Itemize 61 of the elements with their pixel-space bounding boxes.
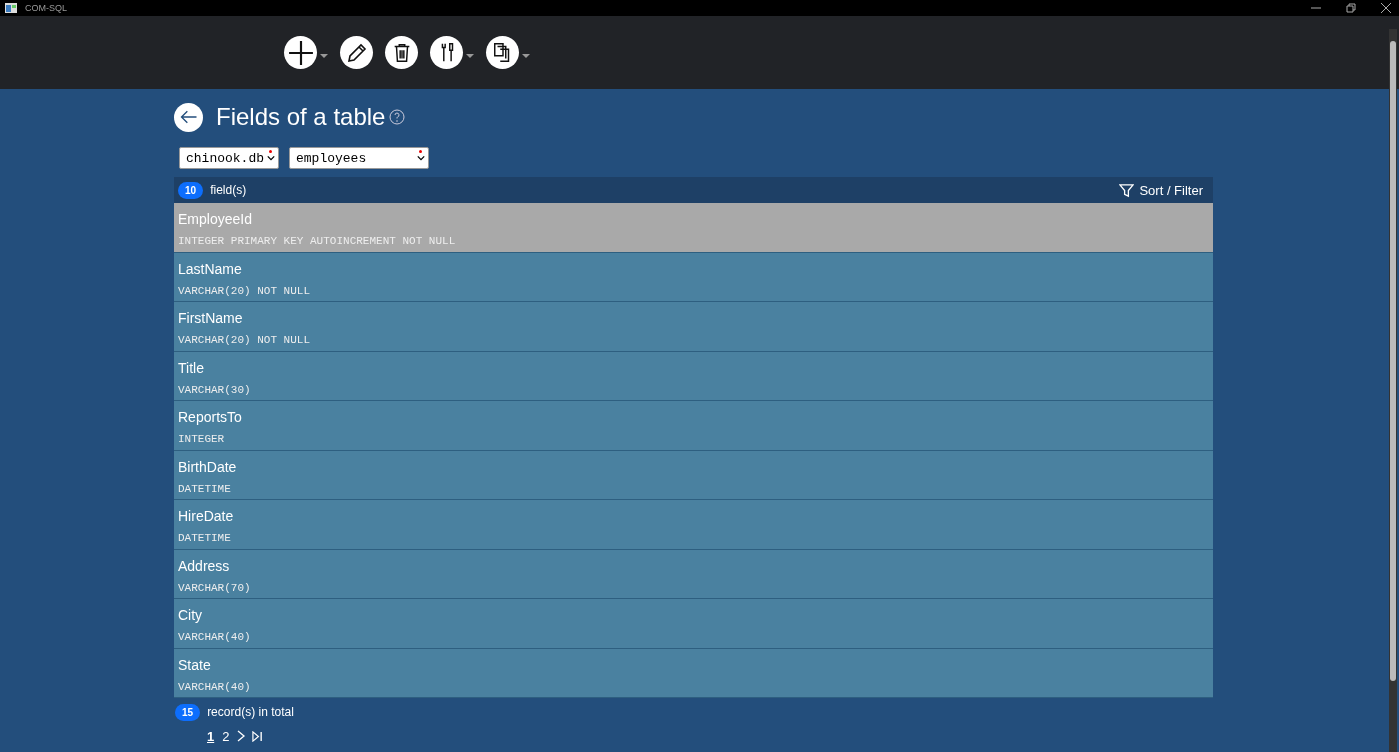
page-title: Fields of a table <box>216 103 386 131</box>
count-badge: 10 <box>178 181 204 199</box>
field-name: EmployeeId <box>178 211 253 228</box>
field-name: FirstName <box>178 310 244 327</box>
field-type: VARCHAR(20) NOT NULL <box>178 334 312 347</box>
table-select[interactable]: employees <box>289 147 429 169</box>
field-name: City <box>178 607 204 624</box>
field-name: State <box>178 656 212 673</box>
field-name: LastName <box>178 260 243 277</box>
app-icon <box>5 3 17 13</box>
caret-icon[interactable] <box>522 53 530 58</box>
page-link[interactable]: 1 <box>206 728 216 744</box>
page-link[interactable]: 2 <box>221 728 231 744</box>
chevron-icon <box>417 155 425 161</box>
field-type: VARCHAR(20) NOT NULL <box>178 284 312 297</box>
field-type: INTEGER PRIMARY KEY AUTOINCREMENT NOT NULL <box>178 235 457 248</box>
last-page-icon[interactable] <box>252 730 264 742</box>
field-row[interactable]: LastName VARCHAR(20) NOT NULL <box>174 252 1213 302</box>
field-type: VARCHAR(70) <box>178 581 252 594</box>
field-row[interactable]: EmployeeId INTEGER PRIMARY KEY AUTOINCREMENT NOT NULL <box>174 203 1213 253</box>
list-label: field(s) <box>210 183 247 197</box>
field-type: VARCHAR(30) <box>178 383 252 396</box>
window-title: COM-SQL <box>25 3 67 13</box>
field-name: ReportsTo <box>178 409 243 426</box>
next-page-icon[interactable] <box>236 730 247 742</box>
edit-button[interactable] <box>340 36 373 69</box>
scrollbar[interactable] <box>1389 29 1397 752</box>
field-row[interactable]: FirstName VARCHAR(20) NOT NULL <box>174 302 1213 352</box>
filter-icon <box>1119 182 1135 198</box>
field-type: VARCHAR(40) <box>178 631 252 644</box>
sort-filter-button[interactable]: Sort / Filter <box>1113 181 1209 199</box>
records-label: record(s) in total <box>207 705 294 719</box>
field-type: VARCHAR(40) <box>178 680 252 693</box>
delete-button[interactable] <box>385 36 418 69</box>
field-name: Title <box>178 359 205 376</box>
field-row[interactable]: ReportsTo INTEGER <box>174 401 1213 451</box>
field-name: BirthDate <box>178 458 238 475</box>
tools-button[interactable] <box>430 36 463 69</box>
field-name: HireDate <box>178 508 235 525</box>
back-button[interactable] <box>174 102 203 132</box>
field-row[interactable]: Address VARCHAR(70) <box>174 549 1213 599</box>
chevron-icon <box>267 155 275 161</box>
plus-icon <box>287 39 314 66</box>
field-type: DATETIME <box>178 482 232 495</box>
field-row[interactable]: City VARCHAR(40) <box>174 599 1213 649</box>
field-row[interactable]: Title VARCHAR(30) <box>174 351 1213 401</box>
copy-button[interactable] <box>486 36 519 69</box>
field-type: INTEGER <box>178 433 226 446</box>
field-name: Address <box>178 557 231 574</box>
field-row[interactable]: HireDate DATETIME <box>174 500 1213 550</box>
caret-icon[interactable] <box>466 53 474 58</box>
field-type: DATETIME <box>178 532 232 545</box>
help-icon[interactable] <box>389 109 406 125</box>
field-row[interactable]: State VARCHAR(40) <box>174 648 1213 698</box>
field-row[interactable]: BirthDate DATETIME <box>174 450 1213 500</box>
restore-icon[interactable] <box>1346 3 1356 13</box>
count-badge: 15 <box>175 703 201 721</box>
table-select[interactable]: chinook.db <box>179 147 279 169</box>
caret-icon[interactable] <box>320 53 328 58</box>
add-button[interactable] <box>284 36 317 69</box>
close-icon[interactable] <box>1381 3 1391 13</box>
